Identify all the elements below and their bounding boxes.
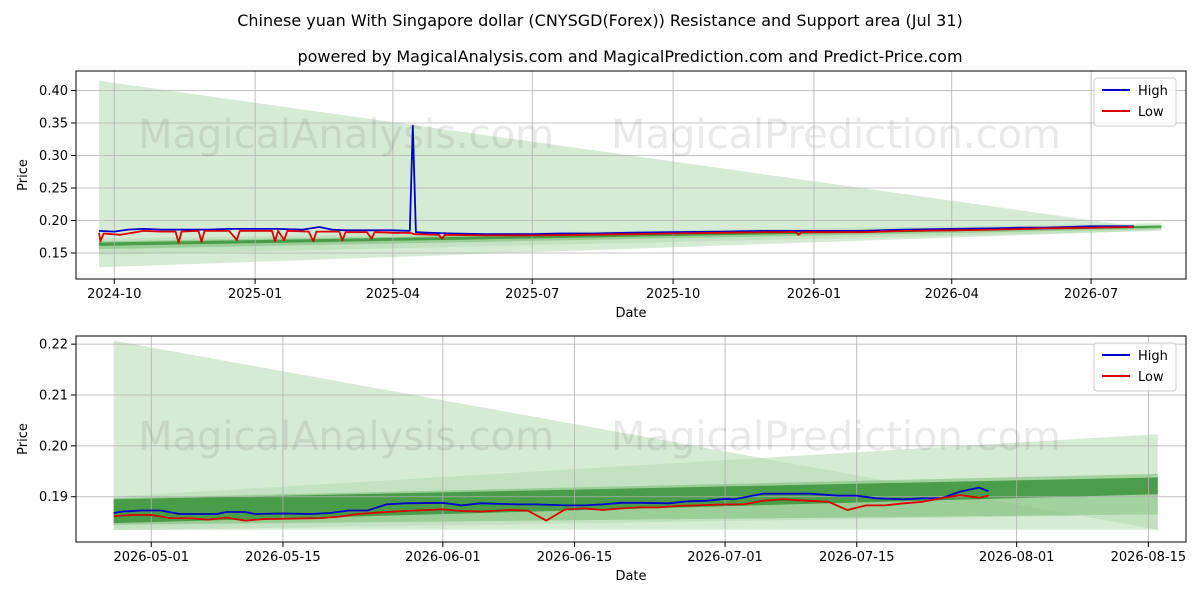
x-tick-label-6: 2026-01: [787, 287, 841, 302]
chart-panel-2: MagicalAnalysis.com MagicalPrediction.com…: [16, 335, 1187, 584]
y-tick-label-1: 0.15: [39, 247, 68, 262]
watermark-magical-analysis: MagicalAnalysis.com: [138, 414, 554, 460]
watermark-magical-analysis: MagicalAnalysis.com: [138, 112, 554, 158]
chart-panels: MagicalAnalysis.com MagicalPrediction.com…: [16, 70, 1187, 584]
chart-subtitle: powered by MagicalAnalysis.com and Magic…: [297, 47, 962, 66]
x-tick-label-5: 2025-10: [646, 287, 700, 302]
x-tick-label-4: 2026-06-15: [537, 550, 613, 565]
chart-root: Chinese yuan With Singapore dollar (CNYS…: [0, 0, 1200, 600]
x-tick-label-8: 2026-07: [1064, 287, 1118, 302]
legend-label-high: High: [1138, 349, 1168, 364]
chart-canvas: Chinese yuan With Singapore dollar (CNYS…: [16, 11, 1187, 584]
x-tick-label-1: 2026-05-01: [113, 550, 189, 565]
legend-label-high: High: [1138, 84, 1168, 99]
y-tick-label-4: 0.30: [39, 149, 68, 164]
legend-label-low: Low: [1138, 370, 1164, 385]
watermark-magical-prediction: MagicalPrediction.com: [611, 414, 1061, 460]
x-tick-label-7: 2026-08-01: [979, 550, 1055, 565]
y-tick-label-3: 0.21: [39, 389, 68, 404]
y-tick-label-3: 0.25: [39, 182, 68, 197]
x-axis-label: Date: [615, 569, 646, 584]
x-tick-label-4: 2025-07: [505, 287, 559, 302]
y-tick-label-2: 0.20: [39, 214, 68, 229]
x-tick-label-3: 2026-06-01: [405, 550, 481, 565]
y-tick-label-1: 0.19: [39, 490, 68, 505]
y-axis-label: Price: [16, 159, 31, 191]
legend-label-low: Low: [1138, 105, 1164, 120]
x-tick-label-8: 2026-08-15: [1111, 550, 1187, 565]
chart-title: Chinese yuan With Singapore dollar (CNYS…: [237, 11, 963, 30]
x-tick-label-2: 2026-05-15: [245, 550, 321, 565]
watermark-magical-prediction: MagicalPrediction.com: [611, 112, 1061, 158]
y-tick-label-2: 0.20: [39, 439, 68, 454]
legend: High Low: [1093, 77, 1177, 127]
x-tick-label-2: 2025-01: [228, 287, 282, 302]
legend: High Low: [1093, 342, 1177, 392]
chart-panel-1: MagicalAnalysis.com MagicalPrediction.com…: [16, 70, 1187, 321]
y-tick-label-6: 0.40: [39, 84, 68, 99]
x-axis-label: Date: [615, 306, 646, 321]
x-tick-label-7: 2026-04: [925, 287, 979, 302]
y-tick-label-4: 0.22: [39, 338, 68, 353]
y-axis-label: Price: [16, 423, 31, 455]
y-tick-label-5: 0.35: [39, 117, 68, 132]
x-tick-label-3: 2025-04: [366, 287, 420, 302]
x-tick-label-6: 2026-07-15: [819, 550, 895, 565]
x-tick-label-5: 2026-07-01: [687, 550, 763, 565]
x-tick-label-1: 2024-10: [87, 287, 141, 302]
